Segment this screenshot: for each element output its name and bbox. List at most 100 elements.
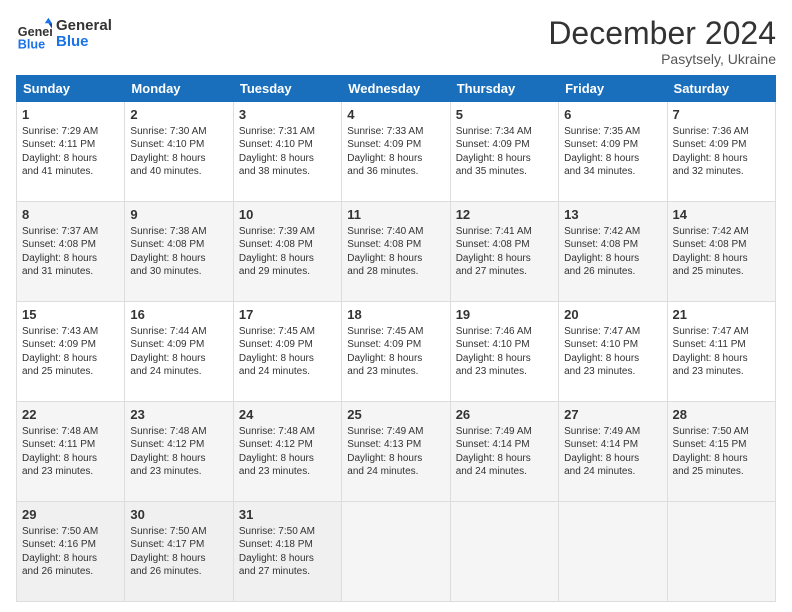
day-info: Daylight: 8 hours	[239, 552, 336, 566]
day-info: Sunrise: 7:49 AM	[564, 425, 661, 439]
day-number: 7	[673, 106, 770, 124]
day-info: and 23 minutes.	[22, 465, 119, 479]
day-info: Daylight: 8 hours	[564, 152, 661, 166]
day-info: Sunrise: 7:44 AM	[130, 325, 227, 339]
logo-blue: Blue	[56, 34, 112, 51]
day-info: and 38 minutes.	[239, 165, 336, 179]
day-number: 21	[673, 306, 770, 324]
calendar-cell: 7Sunrise: 7:36 AMSunset: 4:09 PMDaylight…	[667, 102, 775, 202]
day-number: 17	[239, 306, 336, 324]
calendar-cell: 6Sunrise: 7:35 AMSunset: 4:09 PMDaylight…	[559, 102, 667, 202]
day-info: Daylight: 8 hours	[347, 252, 444, 266]
day-info: and 34 minutes.	[564, 165, 661, 179]
day-info: and 27 minutes.	[456, 265, 553, 279]
day-number: 18	[347, 306, 444, 324]
day-number: 30	[130, 506, 227, 524]
day-info: Daylight: 8 hours	[347, 352, 444, 366]
calendar-cell: 3Sunrise: 7:31 AMSunset: 4:10 PMDaylight…	[233, 102, 341, 202]
day-number: 26	[456, 406, 553, 424]
day-info: and 24 minutes.	[239, 365, 336, 379]
day-info: and 41 minutes.	[22, 165, 119, 179]
day-number: 19	[456, 306, 553, 324]
day-number: 9	[130, 206, 227, 224]
day-info: Daylight: 8 hours	[456, 452, 553, 466]
day-number: 16	[130, 306, 227, 324]
day-info: Sunset: 4:09 PM	[673, 138, 770, 152]
day-info: and 23 minutes.	[130, 465, 227, 479]
day-info: Daylight: 8 hours	[673, 452, 770, 466]
day-info: Sunrise: 7:34 AM	[456, 125, 553, 139]
calendar-cell: 31Sunrise: 7:50 AMSunset: 4:18 PMDayligh…	[233, 502, 341, 602]
calendar-cell: 24Sunrise: 7:48 AMSunset: 4:12 PMDayligh…	[233, 402, 341, 502]
day-info: Sunset: 4:10 PM	[239, 138, 336, 152]
day-info: Daylight: 8 hours	[22, 352, 119, 366]
main-title: December 2024	[548, 16, 776, 51]
calendar-cell: 12Sunrise: 7:41 AMSunset: 4:08 PMDayligh…	[450, 202, 558, 302]
col-header-tuesday: Tuesday	[233, 76, 341, 102]
day-info: Daylight: 8 hours	[673, 252, 770, 266]
day-info: Daylight: 8 hours	[239, 352, 336, 366]
day-info: Daylight: 8 hours	[564, 252, 661, 266]
day-info: Sunrise: 7:41 AM	[456, 225, 553, 239]
day-info: and 30 minutes.	[130, 265, 227, 279]
day-info: Sunset: 4:10 PM	[456, 338, 553, 352]
calendar-cell: 23Sunrise: 7:48 AMSunset: 4:12 PMDayligh…	[125, 402, 233, 502]
day-number: 29	[22, 506, 119, 524]
day-info: Sunrise: 7:40 AM	[347, 225, 444, 239]
day-info: Sunrise: 7:50 AM	[239, 525, 336, 539]
col-header-friday: Friday	[559, 76, 667, 102]
day-info: and 40 minutes.	[130, 165, 227, 179]
day-info: Daylight: 8 hours	[239, 252, 336, 266]
day-info: and 29 minutes.	[239, 265, 336, 279]
day-info: and 25 minutes.	[673, 265, 770, 279]
day-number: 2	[130, 106, 227, 124]
day-number: 31	[239, 506, 336, 524]
col-header-wednesday: Wednesday	[342, 76, 450, 102]
day-info: Sunset: 4:09 PM	[347, 138, 444, 152]
day-info: Daylight: 8 hours	[456, 252, 553, 266]
calendar-cell: 16Sunrise: 7:44 AMSunset: 4:09 PMDayligh…	[125, 302, 233, 402]
day-info: and 23 minutes.	[564, 365, 661, 379]
header: General Blue General Blue December 2024 …	[16, 16, 776, 67]
day-info: Sunset: 4:13 PM	[347, 438, 444, 452]
day-info: Daylight: 8 hours	[130, 152, 227, 166]
day-info: and 26 minutes.	[130, 565, 227, 579]
logo-icon: General Blue	[16, 16, 52, 52]
day-info: Sunset: 4:11 PM	[22, 138, 119, 152]
day-info: and 24 minutes.	[456, 465, 553, 479]
day-info: Sunrise: 7:48 AM	[239, 425, 336, 439]
day-info: Daylight: 8 hours	[22, 552, 119, 566]
day-number: 5	[456, 106, 553, 124]
day-info: and 26 minutes.	[564, 265, 661, 279]
day-info: Sunrise: 7:50 AM	[22, 525, 119, 539]
subtitle: Pasytsely, Ukraine	[548, 51, 776, 67]
day-info: Sunrise: 7:35 AM	[564, 125, 661, 139]
day-number: 27	[564, 406, 661, 424]
calendar-cell: 20Sunrise: 7:47 AMSunset: 4:10 PMDayligh…	[559, 302, 667, 402]
day-info: Sunrise: 7:49 AM	[456, 425, 553, 439]
day-number: 3	[239, 106, 336, 124]
calendar-cell	[342, 502, 450, 602]
day-info: Sunrise: 7:47 AM	[564, 325, 661, 339]
col-header-sunday: Sunday	[17, 76, 125, 102]
day-info: Sunset: 4:12 PM	[239, 438, 336, 452]
calendar-table: SundayMondayTuesdayWednesdayThursdayFrid…	[16, 75, 776, 602]
day-info: Sunset: 4:15 PM	[673, 438, 770, 452]
day-info: Sunset: 4:11 PM	[22, 438, 119, 452]
day-number: 23	[130, 406, 227, 424]
day-info: and 27 minutes.	[239, 565, 336, 579]
day-info: Sunset: 4:08 PM	[22, 238, 119, 252]
day-number: 14	[673, 206, 770, 224]
svg-text:Blue: Blue	[18, 37, 45, 51]
calendar-cell: 22Sunrise: 7:48 AMSunset: 4:11 PMDayligh…	[17, 402, 125, 502]
logo-general: General	[56, 18, 112, 35]
day-number: 11	[347, 206, 444, 224]
calendar-cell: 25Sunrise: 7:49 AMSunset: 4:13 PMDayligh…	[342, 402, 450, 502]
day-info: Sunrise: 7:45 AM	[347, 325, 444, 339]
calendar-cell: 17Sunrise: 7:45 AMSunset: 4:09 PMDayligh…	[233, 302, 341, 402]
day-info: Sunrise: 7:46 AM	[456, 325, 553, 339]
day-info: Daylight: 8 hours	[22, 252, 119, 266]
day-number: 15	[22, 306, 119, 324]
day-info: and 23 minutes.	[239, 465, 336, 479]
calendar-cell: 4Sunrise: 7:33 AMSunset: 4:09 PMDaylight…	[342, 102, 450, 202]
